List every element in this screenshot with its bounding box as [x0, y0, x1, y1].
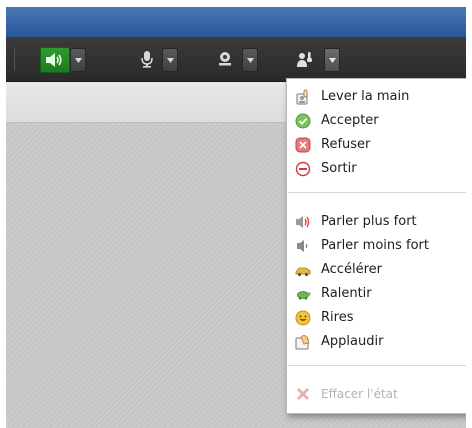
raise-hand-icon	[292, 47, 318, 71]
menu-item-exit[interactable]: Sortir	[287, 157, 466, 181]
raise-hand-icon	[295, 89, 311, 105]
microphone-button[interactable]	[134, 47, 160, 71]
menu-item-quieter[interactable]: Parler moins fort	[287, 234, 466, 258]
menu-item-refuse[interactable]: Refuser	[287, 133, 466, 157]
accept-icon	[295, 113, 311, 129]
exit-icon	[295, 161, 311, 177]
status-menu: Lever la main Accepter Refuser Sortir Pa…	[286, 78, 466, 414]
menu-item-louder[interactable]: Parler plus fort	[287, 210, 466, 234]
menu-item-label: Effacer l'état	[321, 387, 398, 401]
chevron-down-icon	[246, 57, 254, 63]
menu-item-raise-hand[interactable]: Lever la main	[287, 85, 466, 109]
webcam-dropdown[interactable]	[242, 48, 258, 72]
applaud-icon	[295, 334, 311, 350]
microphone-dropdown[interactable]	[162, 48, 178, 72]
menu-item-clear-status: Effacer l'état	[287, 382, 466, 406]
chevron-down-icon	[328, 57, 336, 63]
app-window: Lever la main Accepter Refuser Sortir Pa…	[6, 7, 466, 428]
status-dropdown[interactable]	[324, 48, 340, 72]
menu-item-label: Sortir	[321, 161, 357, 176]
menu-item-label: Accepter	[321, 113, 379, 128]
toolbar	[6, 37, 466, 82]
microphone-icon	[134, 47, 160, 71]
speaker-icon	[41, 48, 67, 72]
menu-item-slower[interactable]: Ralentir	[287, 282, 466, 306]
menu-item-label: Rires	[321, 310, 354, 325]
menu-item-label: Ralentir	[321, 286, 372, 301]
title-bar	[6, 7, 466, 37]
menu-item-label: Accélérer	[321, 262, 382, 277]
webcam-icon	[212, 47, 238, 71]
chevron-down-icon	[166, 57, 174, 63]
laugh-icon	[295, 310, 311, 326]
speaker-dropdown[interactable]	[70, 48, 86, 72]
refuse-icon	[295, 137, 311, 153]
menu-item-applaud[interactable]: Applaudir	[287, 330, 466, 354]
faster-icon	[295, 262, 311, 278]
menu-item-label: Refuser	[321, 137, 371, 152]
toolbar-separator	[14, 47, 15, 71]
menu-item-laugh[interactable]: Rires	[287, 306, 466, 330]
menu-item-accept[interactable]: Accepter	[287, 109, 466, 133]
quieter-icon	[295, 238, 311, 254]
slower-icon	[295, 286, 311, 302]
speaker-button[interactable]	[40, 47, 70, 73]
louder-icon	[295, 214, 311, 230]
status-button[interactable]	[292, 47, 318, 71]
menu-item-label: Parler plus fort	[321, 214, 417, 229]
chevron-down-icon	[74, 57, 82, 63]
webcam-button[interactable]	[212, 47, 238, 71]
menu-item-label: Lever la main	[321, 89, 410, 104]
menu-item-label: Parler moins fort	[321, 238, 429, 253]
menu-separator	[288, 365, 466, 366]
menu-item-label: Applaudir	[321, 334, 384, 349]
clear-status-icon	[295, 386, 311, 402]
menu-separator	[288, 192, 466, 193]
menu-item-faster[interactable]: Accélérer	[287, 258, 466, 282]
